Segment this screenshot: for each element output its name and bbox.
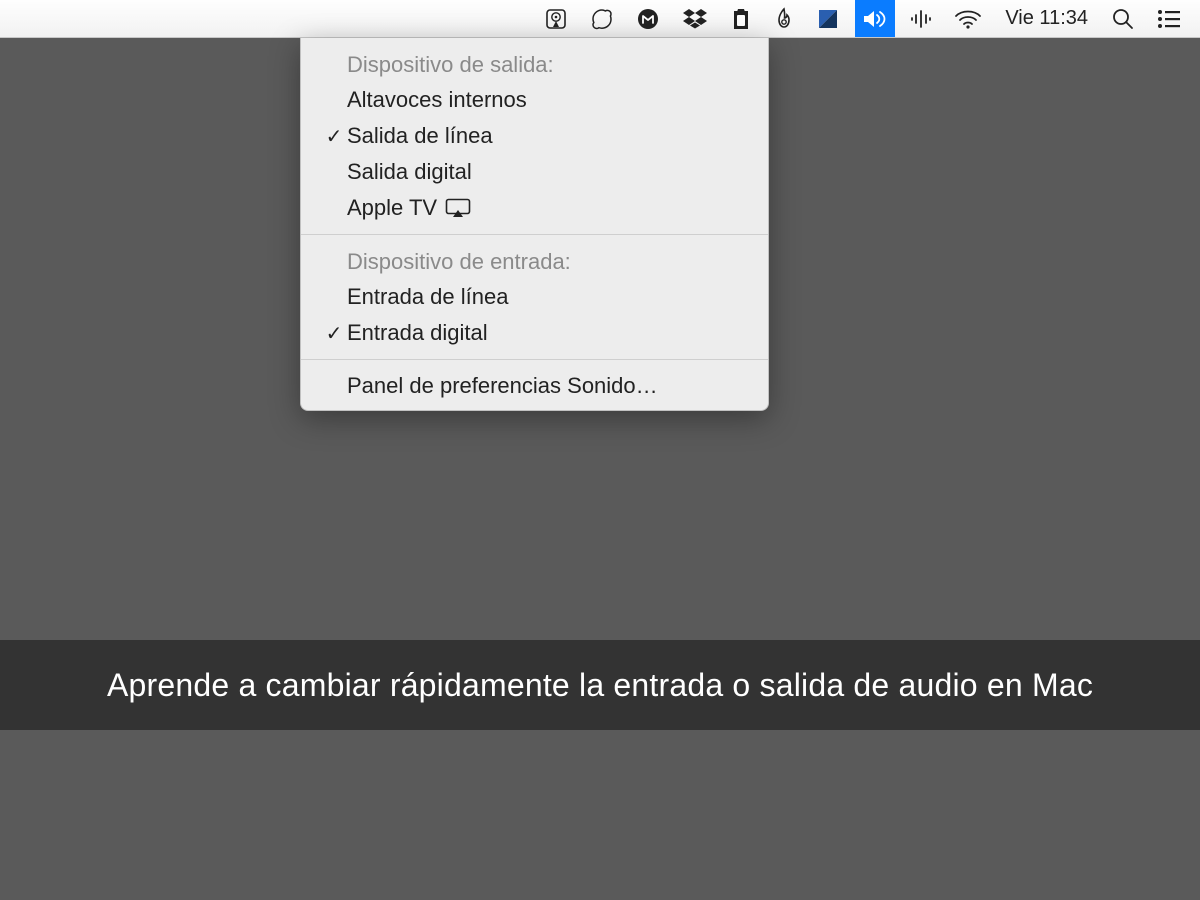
menubar-clock[interactable]: Vie 11:34 — [997, 7, 1096, 30]
output-item-digital-out[interactable]: Salida digital — [301, 154, 768, 190]
skype-icon[interactable] — [583, 0, 621, 37]
input-section-header: Dispositivo de entrada: — [301, 243, 768, 279]
menubar: Vie 11:34 — [0, 0, 1200, 38]
check-icon: ✓ — [321, 124, 347, 149]
menu-item-label: Entrada digital — [347, 320, 488, 346]
menu-item-label: Apple TV — [347, 195, 437, 221]
menu-item-label: Salida de línea — [347, 123, 493, 149]
spotlight-icon[interactable] — [1104, 0, 1142, 37]
menu-item-label: Panel de preferencias Sonido… — [347, 373, 658, 399]
caption-text: Aprende a cambiar rápidamente la entrada… — [107, 667, 1093, 704]
output-section-header: Dispositivo de salida: — [301, 46, 768, 82]
notification-center-icon[interactable] — [1150, 0, 1188, 37]
mega-icon[interactable] — [629, 0, 667, 37]
output-item-internal-speakers[interactable]: Altavoces internos — [301, 82, 768, 118]
caption-bar: Aprende a cambiar rápidamente la entrada… — [0, 640, 1200, 730]
output-item-line-out[interactable]: ✓ Salida de línea — [301, 118, 768, 154]
airplay-icon — [445, 198, 471, 218]
menu-divider — [301, 359, 768, 360]
sound-dropdown: Dispositivo de salida: Altavoces interno… — [300, 38, 769, 411]
menu-item-label: Entrada de línea — [347, 284, 508, 310]
input-item-digital-in[interactable]: ✓ Entrada digital — [301, 315, 768, 351]
menu-item-label: Salida digital — [347, 159, 472, 185]
audio-app-icon[interactable] — [903, 0, 939, 37]
flame-icon[interactable] — [767, 0, 801, 37]
output-item-apple-tv[interactable]: Apple TV — [301, 190, 768, 226]
clipboard-icon[interactable] — [723, 0, 759, 37]
input-item-line-in[interactable]: Entrada de línea — [301, 279, 768, 315]
menu-divider — [301, 234, 768, 235]
wifi-icon[interactable] — [947, 0, 989, 37]
menu-item-label: Altavoces internos — [347, 87, 527, 113]
volume-icon[interactable] — [855, 0, 895, 37]
sound-preferences-item[interactable]: Panel de preferencias Sonido… — [301, 368, 768, 404]
hdd-icon[interactable] — [537, 0, 575, 37]
check-icon: ✓ — [321, 321, 347, 346]
dropbox-icon[interactable] — [675, 0, 715, 37]
app-icon[interactable] — [809, 0, 847, 37]
